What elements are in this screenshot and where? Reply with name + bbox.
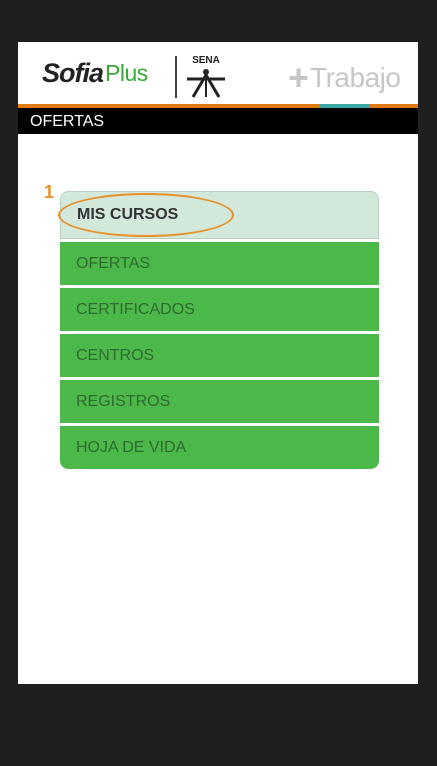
menu-item-ofertas[interactable]: OFERTAS <box>60 239 379 285</box>
page-title: OFERTAS <box>30 113 105 130</box>
phone-frame: Sofia Plus SENA + Trabajo OFERTAS MIS CU… <box>0 0 437 766</box>
logo-main-text: Sofia <box>42 57 104 88</box>
menu-item-registros[interactable]: REGISTROS <box>60 377 379 423</box>
trabajo-text: Trabajo <box>310 62 401 93</box>
main-menu: MIS CURSOS OFERTAS CERTIFICADOS CENTROS … <box>60 191 379 469</box>
sofiaplus-logo[interactable]: Sofia Plus <box>42 54 148 92</box>
app-header: Sofia Plus SENA + Trabajo <box>18 42 418 104</box>
menu-item-mis-cursos[interactable]: MIS CURSOS <box>60 191 379 239</box>
trabajo-plus-icon: + <box>288 57 310 98</box>
sena-logo-text: SENA <box>192 55 220 66</box>
menu-item-hoja-de-vida[interactable]: HOJA DE VIDA <box>60 423 379 469</box>
title-bar: OFERTAS <box>18 108 418 134</box>
menu-item-certificados[interactable]: CERTIFICADOS <box>60 285 379 331</box>
menu-item-centros[interactable]: CENTROS <box>60 331 379 377</box>
trabajo-logo[interactable]: + Trabajo <box>288 57 401 98</box>
callout-number: 1 <box>44 182 55 202</box>
logo-plus-text: Plus <box>105 59 148 86</box>
logo-divider <box>175 56 177 98</box>
app-screen: Sofia Plus SENA + Trabajo OFERTAS MIS CU… <box>18 42 418 684</box>
sena-logo-icon: SENA <box>187 55 225 98</box>
